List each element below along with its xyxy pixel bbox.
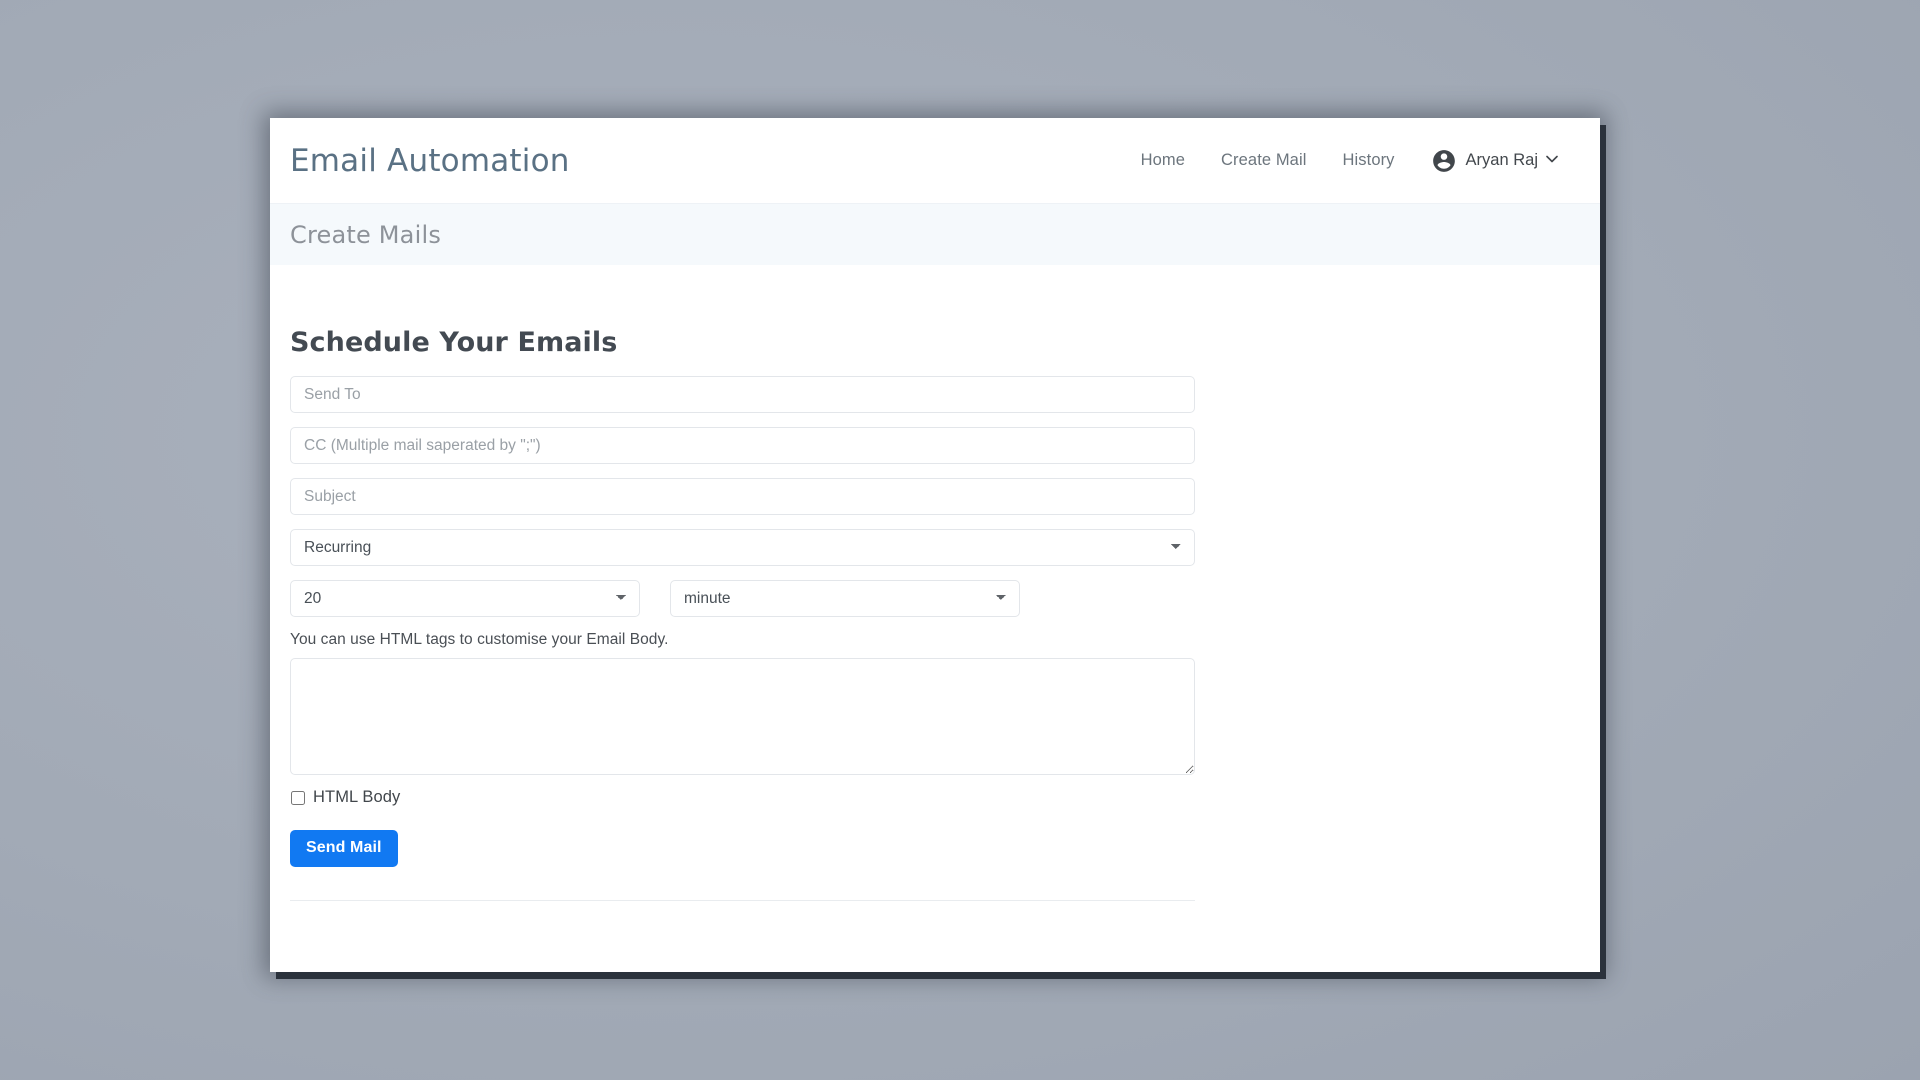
nav-link-create-mail[interactable]: Create Mail [1203, 151, 1324, 170]
html-body-checkbox[interactable] [291, 790, 305, 805]
interval-value-select[interactable]: 510152025304560 [290, 580, 640, 617]
navbar: Email Automation Home Create Mail Histor… [270, 118, 1600, 203]
subject-input[interactable] [290, 478, 1195, 515]
app-brand-title: Email Automation [290, 142, 570, 179]
interval-row: 510152025304560 minutehourdayweekmonth [290, 580, 1195, 617]
html-body-checkbox-label: HTML Body [313, 788, 401, 806]
email-body-textarea[interactable] [290, 658, 1195, 775]
send-to-input[interactable] [290, 376, 1195, 413]
schedule-email-form: RecurringOne Time 510152025304560 minute… [290, 376, 1195, 901]
app-window: Email Automation Home Create Mail Histor… [270, 118, 1600, 972]
chevron-down-icon [1546, 155, 1558, 166]
page-title: Schedule Your Emails [290, 327, 618, 358]
navbar-right-group: Home Create Mail History Aryan Raj [1123, 148, 1600, 174]
form-bottom-divider [290, 900, 1195, 901]
schedule-type-select[interactable]: RecurringOne Time [290, 529, 1195, 566]
nav-link-home[interactable]: Home [1123, 151, 1203, 170]
subheader-title: Create Mails [290, 220, 442, 249]
nav-link-history[interactable]: History [1325, 151, 1413, 170]
page-subheader: Create Mails [270, 203, 1600, 265]
user-name-label: Aryan Raj [1465, 151, 1538, 169]
send-mail-button[interactable]: Send Mail [290, 830, 398, 867]
html-body-checkbox-row: HTML Body [290, 788, 1195, 807]
html-tags-hint: You can use HTML tags to customise your … [290, 631, 669, 648]
interval-unit-select[interactable]: minutehourdayweekmonth [670, 580, 1020, 617]
main-content: Schedule Your Emails RecurringOne Time 5… [270, 265, 1600, 901]
cc-input[interactable] [290, 427, 1195, 464]
account-circle-icon [1431, 148, 1457, 174]
user-menu[interactable]: Aryan Raj [1431, 148, 1558, 174]
